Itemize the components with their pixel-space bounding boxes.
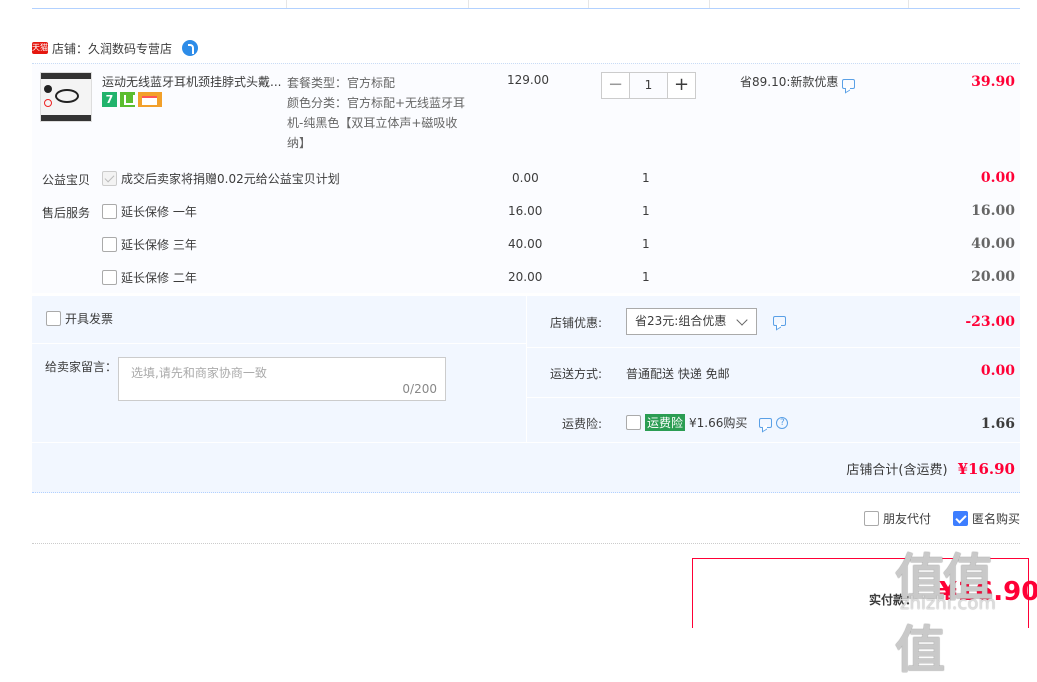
prop-color: 颜色分类：官方标配+无线蓝牙耳机-纯黑色【双耳立体声+磁吸收纳】 [287, 96, 466, 150]
item-discount: 省89.10:新款优惠 [740, 73, 856, 90]
shipping-value: 普通配送 快递 免邮 [626, 367, 730, 381]
panel-divider [32, 442, 1020, 443]
header-col-divider [468, 0, 469, 8]
discount-info-icon[interactable] [842, 78, 856, 89]
insurance-checkbox[interactable] [626, 415, 641, 430]
friend-pay-label[interactable]: 朋友代付 [883, 510, 931, 527]
shipping-amount: 0.00 [980, 363, 1015, 379]
shop-header: 天猫 店铺：久润数码专营店 [32, 38, 199, 58]
panel-divider [526, 347, 1020, 348]
insurance-label: 运费险: [562, 417, 603, 431]
shop-total: 店铺合计(含运费) ¥16.90 [846, 459, 1015, 479]
qty-minus-button[interactable]: − [601, 72, 630, 99]
service-total: 16.00 [971, 203, 1015, 219]
product-properties: 套餐类型：官方标配 颜色分类：官方标配+无线蓝牙耳机-纯黑色【双耳立体声+磁吸收… [287, 73, 472, 153]
panel-divider [526, 296, 527, 443]
seller-message-input[interactable]: 选填,请先和商家协商一致 0/200 [118, 357, 446, 401]
header-col-divider [709, 0, 710, 8]
service-total: 0.00 [980, 170, 1015, 186]
service-total: 20.00 [971, 269, 1015, 285]
shop-total-value: ¥16.90 [957, 459, 1015, 478]
message-label: 给卖家留言： [45, 360, 118, 374]
service-label: 延长保修 三年 [121, 238, 197, 252]
product-title[interactable]: 运动无线蓝牙耳机颈挂脖式头戴... [102, 73, 282, 90]
unit-price: 129.00 [507, 73, 549, 87]
shop-total-label: 店铺合计(含运费) [846, 463, 948, 478]
invoice-label: 开具发票 [65, 312, 114, 326]
warranty-1y-checkbox[interactable] [102, 204, 117, 219]
qty-input[interactable]: 1 [630, 72, 667, 99]
wangwang-chat-icon[interactable] [182, 40, 199, 56]
purchase-options: 朋友代付 匿名购买 [863, 510, 1020, 527]
service-qty: 1 [642, 171, 650, 185]
discount-text: 省89.10:新款优惠 [740, 75, 839, 89]
help-icon[interactable]: ? [776, 416, 789, 429]
service-price: 0.00 [512, 171, 539, 185]
table-header-divider [32, 8, 1020, 9]
service-qty: 1 [642, 204, 650, 218]
service-row: 延长保修 三年 [102, 236, 197, 253]
service-row: 延长保修 一年 [102, 203, 197, 220]
panel-divider [526, 397, 1020, 398]
anonymous-checkbox[interactable] [952, 511, 968, 526]
insurance-chat-icon[interactable] [759, 417, 773, 428]
shop-discount-value: 省23元:组合优惠 [635, 314, 727, 328]
warranty-2y-checkbox[interactable] [102, 270, 117, 285]
service-badges: 7 [102, 92, 162, 107]
service-label: 成交后卖家将捐赠0.02元给公益宝贝计划 [121, 172, 340, 186]
service-price: 40.00 [508, 237, 543, 251]
anonymous-label[interactable]: 匿名购买 [972, 510, 1020, 527]
seven-day-return-icon: 7 [102, 92, 117, 107]
panel-divider [32, 343, 526, 344]
service-qty: 1 [642, 237, 650, 251]
service-qty: 1 [642, 270, 650, 284]
insurance-option[interactable]: 运费险 ¥1.66购买 ? [626, 414, 789, 431]
service-label: 延长保修 一年 [121, 205, 197, 219]
service-total: 40.00 [971, 236, 1015, 252]
credit-card-icon [138, 92, 162, 107]
invoice-checkbox[interactable] [46, 311, 61, 326]
watermark-url: zhizhi.com [900, 593, 996, 614]
invoice-option[interactable]: 开具发票 [46, 310, 113, 327]
tmall-badge-icon: 天猫 [32, 42, 48, 54]
charity-checkbox [102, 171, 117, 186]
qty-plus-button[interactable]: + [667, 72, 696, 99]
quantity-stepper: − 1 + [601, 72, 696, 99]
header-col-divider [588, 0, 589, 8]
friend-pay-checkbox[interactable] [863, 511, 879, 526]
service-price: 16.00 [508, 204, 543, 218]
charity-label: 公益宝贝 [42, 173, 91, 187]
chevron-down-icon [736, 314, 748, 326]
shipping-label: 运送方式: [550, 367, 603, 381]
item-subtotal: 39.90 [971, 74, 1015, 90]
shop-discount-amount: -23.00 [965, 314, 1015, 330]
service-price: 20.00 [508, 270, 543, 284]
warranty-3y-checkbox[interactable] [102, 237, 117, 252]
guarantee-icon [120, 92, 135, 107]
insurance-amount: 1.66 [980, 416, 1015, 432]
service-row: 成交后卖家将捐赠0.02元给公益宝贝计划 [102, 170, 340, 187]
shop-discount-label: 店铺优惠: [550, 316, 603, 330]
service-row: 延长保修 二年 [102, 269, 197, 286]
shop-name[interactable]: 店铺：久润数码专营店 [52, 40, 172, 57]
message-placeholder: 选填,请先和商家协商一致 [131, 366, 267, 380]
service-label: 延长保修 二年 [121, 271, 197, 285]
header-col-divider [908, 0, 909, 8]
discount-info-icon[interactable] [773, 316, 786, 326]
product-thumbnail[interactable] [40, 72, 92, 122]
prop-package: 套餐类型：官方标配 [287, 76, 396, 90]
shop-discount-select[interactable]: 省23元:组合优惠 [626, 308, 757, 335]
aftersale-label: 售后服务 [42, 206, 91, 220]
header-col-divider [286, 0, 287, 8]
message-char-count: 0/200 [402, 382, 437, 396]
section-divider [32, 543, 1020, 544]
insurance-tag: 运费险 [645, 414, 686, 431]
insurance-value: ¥1.66购买 [689, 416, 748, 430]
